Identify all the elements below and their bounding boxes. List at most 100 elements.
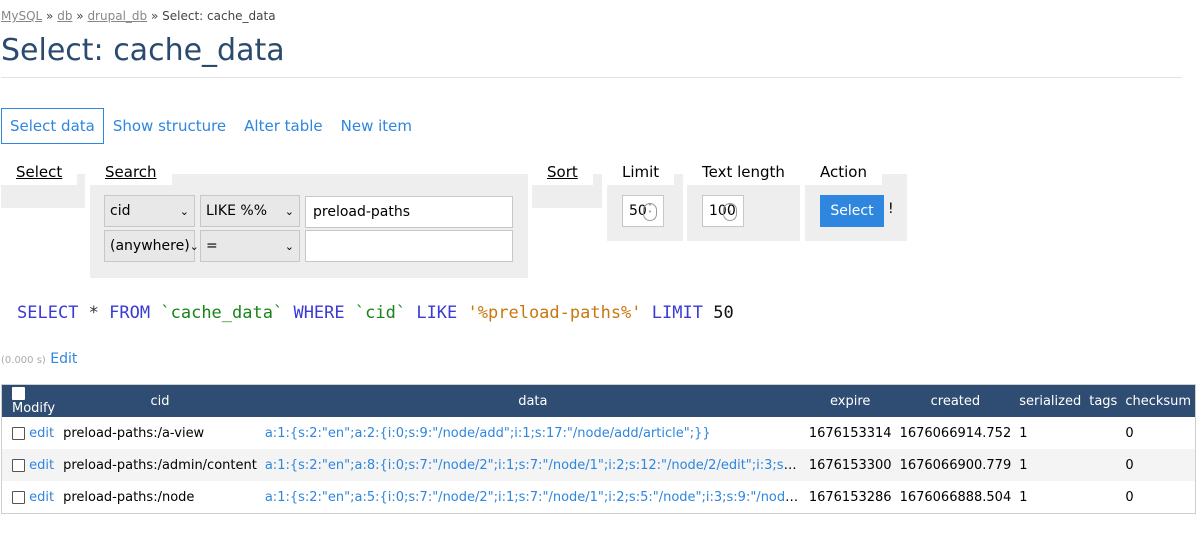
- cell-tags: [1085, 449, 1122, 481]
- search-operator-select[interactable]: LIKE %% ⌄: [200, 195, 300, 227]
- header-modify: Modify: [1, 384, 60, 417]
- row-edit-link[interactable]: edit: [29, 490, 54, 505]
- search-value-input[interactable]: preload-paths: [305, 196, 513, 228]
- search-legend[interactable]: Search: [90, 158, 172, 185]
- edit-query-link[interactable]: Edit: [50, 351, 77, 367]
- header-checksum[interactable]: checksum: [1121, 384, 1196, 417]
- row-edit-link[interactable]: edit: [29, 426, 54, 441]
- search-operator-value: LIKE %%: [206, 203, 268, 219]
- cell-expire: 1676153314: [808, 425, 892, 441]
- text-length-legend: Text length: [687, 158, 800, 185]
- breadcrumb-separator: »: [150, 9, 159, 23]
- sql-pattern: '%preload-paths%': [467, 303, 642, 323]
- header-modify-label: Modify: [12, 401, 56, 416]
- sql-limit-number: 50: [713, 303, 734, 323]
- limit-legend: Limit: [607, 158, 675, 185]
- cell-cid: preload-paths:/a-view: [63, 425, 205, 441]
- breadcrumb-current: Select: cache_data: [162, 9, 276, 23]
- header-tags[interactable]: tags: [1085, 384, 1122, 417]
- limit-input[interactable]: 50 ˄ ˅: [622, 195, 664, 227]
- cell-created: 1676066888.504: [899, 489, 1012, 505]
- sort-legend[interactable]: Sort: [532, 158, 593, 185]
- chevron-down-icon: ⌄: [284, 204, 294, 218]
- breadcrumb-drupal-db-link[interactable]: drupal_db: [87, 9, 147, 23]
- cell-cid: preload-paths:/admin/content: [59, 449, 261, 481]
- cell-data: a:1:{s:2:"en";a:8:{i:0;s:7:"/node/2";i:1…: [260, 449, 805, 481]
- search-operator-select-2[interactable]: = ⌄: [200, 230, 300, 262]
- header-created[interactable]: created: [895, 384, 1016, 417]
- page-title: Select: cache_data: [1, 33, 285, 68]
- action-suffix: !: [888, 201, 894, 217]
- chevron-down-icon: ⌄: [179, 204, 189, 218]
- chevron-down-icon: ⌄: [284, 239, 294, 253]
- table-row: edit preload-paths:/node a:1:{s:2:"en";a…: [2, 481, 1196, 514]
- search-column-value-2: (anywhere): [110, 238, 190, 254]
- search-column-value: cid: [110, 203, 131, 219]
- breadcrumb-separator: »: [76, 9, 84, 23]
- tab-alter-table[interactable]: Alter table: [235, 108, 331, 144]
- sql-column: `cid`: [354, 303, 407, 323]
- cell-tags: [1085, 481, 1121, 514]
- row-modify: edit: [2, 417, 60, 449]
- sql-table: `cache_data`: [160, 303, 284, 323]
- row-checkbox[interactable]: [12, 458, 25, 472]
- tab-select-data[interactable]: Select data: [1, 108, 104, 144]
- row-checkbox[interactable]: [12, 490, 25, 504]
- breadcrumb-db-link[interactable]: db: [57, 9, 72, 23]
- row-modify: edit: [1, 449, 60, 481]
- cell-data: a:1:{s:2:"en";a:5:{i:0;s:7:"/node/2";i:1…: [261, 481, 805, 514]
- cell-created: 1676066900.779: [895, 449, 1016, 481]
- cell-serialized: 1: [1019, 425, 1028, 441]
- title-divider: [1, 77, 1182, 78]
- spinner-arrows-icon[interactable]: ˄ ˅: [723, 203, 737, 221]
- query-timing: (0.000 s) Edit: [1, 351, 77, 367]
- header-cid[interactable]: cid: [59, 384, 261, 417]
- header-data[interactable]: data: [260, 384, 805, 417]
- row-edit-link[interactable]: edit: [29, 458, 54, 473]
- select-all-checkbox[interactable]: [12, 387, 25, 400]
- header-expire[interactable]: expire: [804, 384, 896, 417]
- sql-keyword: LIMIT: [651, 303, 703, 323]
- tab-bar: Select data Show structure Alter table N…: [1, 108, 421, 144]
- cell-checksum: 0: [1121, 449, 1196, 481]
- table-row: edit preload-paths:/admin/content a:1:{s…: [1, 449, 1196, 481]
- sql-star: *: [88, 303, 99, 323]
- chevron-down-icon: ⌄: [189, 239, 199, 253]
- search-value-input-2[interactable]: [305, 230, 513, 262]
- spinner-arrows-icon[interactable]: ˄ ˅: [643, 203, 657, 221]
- cell-serialized: 1: [1015, 449, 1086, 481]
- table-row: edit preload-paths:/a-view a:1:{s:2:"en"…: [2, 417, 1196, 449]
- table-header-row: Modify cid data expire created serialize…: [1, 384, 1196, 417]
- sql-keyword: LIKE: [416, 303, 458, 323]
- breadcrumb: MySQL » db » drupal_db » Select: cache_d…: [1, 9, 276, 23]
- header-serialized[interactable]: serialized: [1015, 384, 1086, 417]
- cell-data-link[interactable]: a:1:{s:2:"en";a:5:{i:0;s:7:"/node/2";i:1…: [265, 490, 805, 505]
- tab-show-structure[interactable]: Show structure: [104, 108, 235, 144]
- cell-data-link[interactable]: a:1:{s:2:"en";a:2:{i:0;s:9:"/node/add";i…: [265, 426, 711, 441]
- breadcrumb-separator: »: [46, 9, 54, 23]
- select-legend[interactable]: Select: [1, 158, 78, 185]
- action-legend: Action: [805, 158, 882, 185]
- cell-cid: preload-paths:/node: [63, 489, 195, 505]
- cell-checksum: 0: [1125, 425, 1134, 441]
- query-time: (0.000 s): [1, 355, 46, 366]
- tab-new-item[interactable]: New item: [332, 108, 421, 144]
- cell-tags: [1085, 417, 1121, 449]
- cell-serialized: 1: [1019, 489, 1028, 505]
- text-length-input[interactable]: 100 ˄ ˅: [702, 195, 744, 227]
- sql-keyword: SELECT: [17, 303, 79, 323]
- select-button[interactable]: Select: [820, 195, 884, 227]
- row-checkbox[interactable]: [12, 426, 25, 440]
- search-column-select-2[interactable]: (anywhere) ⌄: [104, 230, 199, 262]
- sql-query: SELECT * FROM `cache_data` WHERE `cid` L…: [17, 303, 734, 323]
- search-column-select[interactable]: cid ⌄: [104, 195, 195, 227]
- breadcrumb-mysql-link[interactable]: MySQL: [1, 9, 42, 23]
- cell-expire: 1676153300: [804, 449, 896, 481]
- results-table: Modify cid data expire created serialize…: [1, 384, 1197, 514]
- search-operator-value-2: =: [206, 238, 218, 254]
- row-modify: edit: [2, 481, 60, 514]
- sql-keyword: FROM: [109, 303, 151, 323]
- cell-expire: 1676153286: [808, 489, 892, 505]
- cell-data-link[interactable]: a:1:{s:2:"en";a:8:{i:0;s:7:"/node/2";i:1…: [265, 458, 805, 473]
- cell-checksum: 0: [1125, 489, 1134, 505]
